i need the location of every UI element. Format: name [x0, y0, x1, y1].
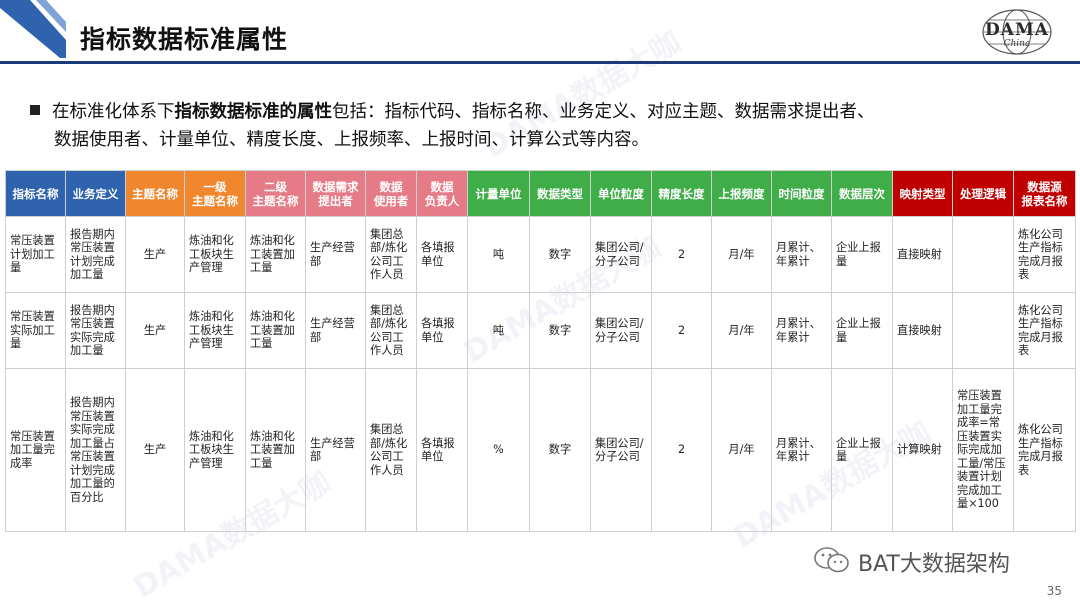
table-cell: 集团总部/炼化公司工作人员: [365, 216, 417, 293]
indicator-standard-table: 指标名称 业务定义 主题名称 一级 主题名称 二级 主题名称 数据需求 提出者 数据 使用者 数据 负责…: [5, 170, 1076, 532]
table-cell: 各填报单位: [416, 368, 468, 532]
column-header: 一级 主题名称: [184, 170, 246, 217]
table-cell: 生产: [125, 292, 185, 369]
table-cell: 月累计、年累计: [771, 216, 832, 293]
table-cell: %: [467, 368, 530, 532]
table-row: 常压装置计划加工量 报告期内常压装置计划完成加工量 生产 炼油和化工板块生产管理 炼油和…: [5, 216, 1076, 293]
column-header: 数据需求 提出者: [305, 170, 366, 217]
bullet-line2: 数据使用者、计量单位、精度长度、上报频率、上报时间、计算公式等内容。: [54, 130, 649, 150]
column-header: 指标名称: [5, 170, 66, 217]
column-header: 处理逻辑: [952, 170, 1014, 217]
table-cell: 月累计、年累计: [771, 368, 832, 532]
table-cell: 数字: [529, 216, 591, 293]
bullet-prefix: 在标准化体系下: [52, 102, 175, 122]
footer-brand: BAT大数据架构: [812, 544, 1062, 577]
table-cell: 常压装置加工量完成率: [5, 368, 66, 532]
table-cell: 月/年: [711, 216, 772, 293]
table-header-row: 指标名称 业务定义 主题名称 一级 主题名称 二级 主题名称 数据需求 提出者 数据 使用者 数据 负责…: [5, 170, 1076, 217]
column-header: 上报频度: [711, 170, 772, 217]
dama-logo: DAMA China: [962, 6, 1072, 58]
column-header: 单位粒度: [590, 170, 652, 217]
table-cell: 2: [651, 368, 712, 532]
table-cell: 各填报单位: [416, 292, 468, 369]
column-header: 数据类型: [529, 170, 591, 217]
table-row: 常压装置实际加工量 报告期内常压装置实际完成加工量 生产 炼油和化工板块生产管理 炼油和…: [5, 292, 1076, 369]
column-header: 时间粒度: [771, 170, 832, 217]
table-row: 常压装置加工量完成率 报告期内常压装置实际完成加工量占常压装置计划完成加工量的百分…: [5, 368, 1076, 532]
table-cell: 炼化公司生产指标完成月报表: [1013, 216, 1076, 293]
table-cell: 炼油和化工板块生产管理: [184, 216, 246, 293]
table-cell: 计算映射: [892, 368, 953, 532]
table-cell: 报告期内常压装置计划完成加工量: [65, 216, 126, 293]
bullet-bold: 指标数据标准的属性: [174, 102, 333, 122]
column-header: 数据 负责人: [416, 170, 468, 217]
table-cell: 直接映射: [892, 292, 953, 369]
column-header: 数据源 报表名称: [1013, 170, 1076, 217]
column-header: 数据 使用者: [365, 170, 417, 217]
logo-subtext: China: [1003, 39, 1031, 49]
column-header: 计量单位: [467, 170, 530, 217]
table-cell: 炼油和化工装置加工量: [245, 292, 306, 369]
column-header: 二级 主题名称: [245, 170, 306, 217]
table-cell: 吨: [467, 292, 530, 369]
table-cell: 报告期内常压装置实际完成加工量: [65, 292, 126, 369]
table-cell: 数字: [529, 368, 591, 532]
table-cell: 2: [651, 216, 712, 293]
table-cell: 常压装置计划加工量: [5, 216, 66, 293]
column-header: 数据层次: [831, 170, 893, 217]
column-header: 业务定义: [65, 170, 126, 217]
table-cell: 集团总部/炼化公司工作人员: [365, 292, 417, 369]
slide-title: 指标数据标准属性: [80, 25, 289, 54]
column-header: 映射类型: [892, 170, 953, 217]
table-cell: 常压装置加工量完成率=常压装置实际完成加工量/常压装置计划完成加工量×100: [952, 368, 1014, 532]
column-header: 主题名称: [125, 170, 185, 217]
bullet-rest: 包括：指标代码、指标名称、业务定义、对应主题、数据需求提出者、: [332, 102, 875, 122]
table-cell: [952, 292, 1014, 369]
page-number: 35: [1046, 584, 1062, 598]
table-cell: 炼油和化工板块生产管理: [184, 368, 246, 532]
table-cell: 各填报单位: [416, 216, 468, 293]
table-cell: 炼化公司生产指标完成月报表: [1013, 292, 1076, 369]
table-cell: 集团公司/分子公司: [590, 292, 652, 369]
table-cell: 集团总部/炼化公司工作人员: [365, 368, 417, 532]
table-cell: 生产经营部: [305, 292, 366, 369]
table-cell: 炼油和化工板块生产管理: [184, 292, 246, 369]
table-cell: 集团公司/分子公司: [590, 216, 652, 293]
table-cell: 生产经营部: [305, 368, 366, 532]
table-cell: 报告期内常压装置实际完成加工量占常压装置计划完成加工量的百分比: [65, 368, 126, 532]
logo-text: DAMA: [985, 20, 1049, 40]
table-cell: 常压装置实际加工量: [5, 292, 66, 369]
bullet-square-icon: [30, 105, 40, 115]
table-cell: 直接映射: [892, 216, 953, 293]
brand-text: BAT大数据架构: [858, 552, 1010, 577]
table-cell: 生产: [125, 216, 185, 293]
table-cell: 企业上报量: [831, 216, 893, 293]
table-cell: 生产经营部: [305, 216, 366, 293]
table-cell: 生产: [125, 368, 185, 532]
table-cell: 月/年: [711, 292, 772, 369]
bullet-paragraph: 在标准化体系下指标数据标准的属性包括：指标代码、指标名称、业务定义、对应主题、数…: [30, 98, 1050, 154]
wechat-icon: [814, 547, 849, 573]
table-cell: 吨: [467, 216, 530, 293]
table-cell: 企业上报量: [831, 292, 893, 369]
table-cell: [952, 216, 1014, 293]
table-cell: 炼化公司生产指标完成月报表: [1013, 368, 1076, 532]
corner-stripe-decoration: [0, 0, 66, 58]
column-header: 精度长度: [651, 170, 712, 217]
table-cell: 数字: [529, 292, 591, 369]
table-cell: 集团公司/分子公司: [590, 368, 652, 532]
title-divider: [0, 61, 1080, 64]
table-cell: 月/年: [711, 368, 772, 532]
table-cell: 2: [651, 292, 712, 369]
table-cell: 炼油和化工装置加工量: [245, 216, 306, 293]
table-cell: 炼油和化工装置加工量: [245, 368, 306, 532]
table-cell: 企业上报量: [831, 368, 893, 532]
table-cell: 月累计、年累计: [771, 292, 832, 369]
